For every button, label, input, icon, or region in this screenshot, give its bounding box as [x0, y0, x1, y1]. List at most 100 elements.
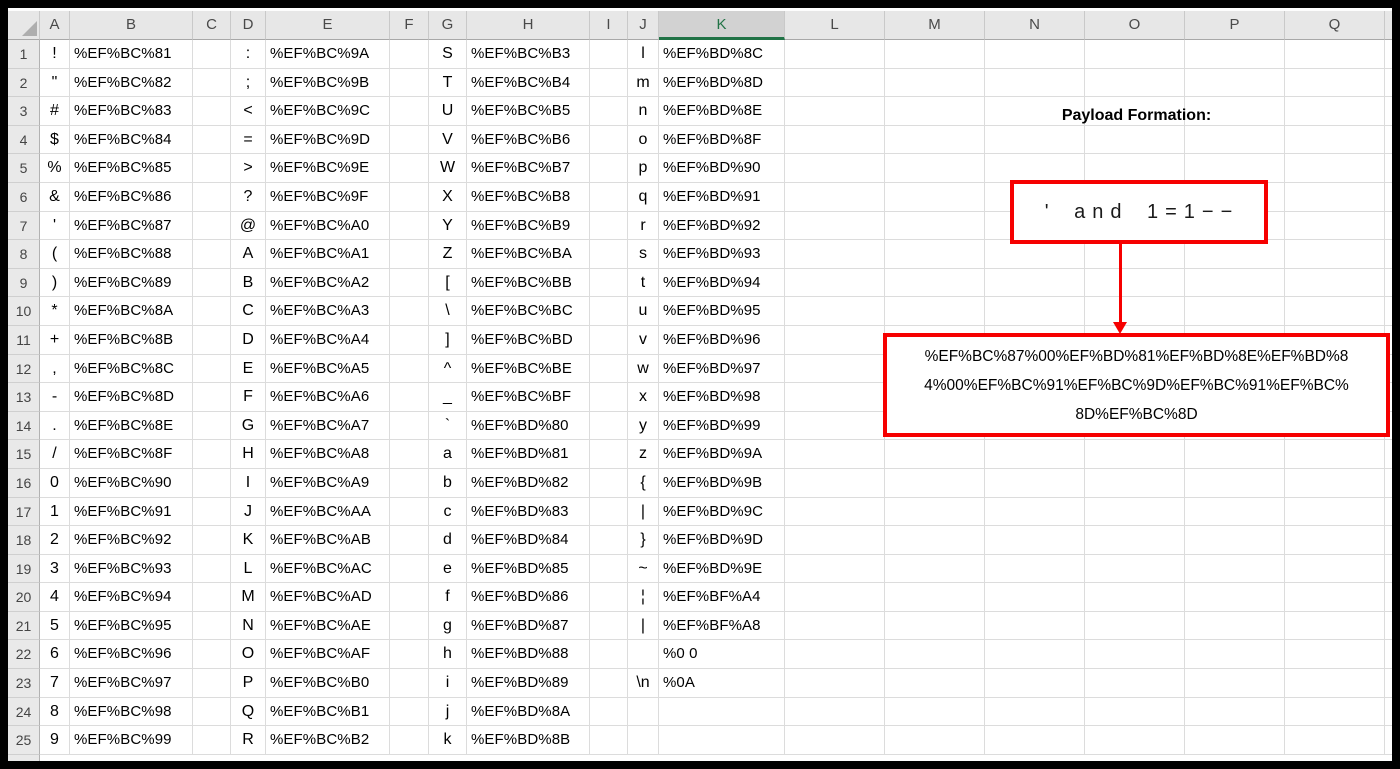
cell-E25[interactable]: %EF%BC%B2: [266, 726, 390, 755]
cell-N8[interactable]: [985, 240, 1085, 269]
row-header-20[interactable]: 20: [8, 583, 40, 612]
select-all-button[interactable]: [8, 11, 40, 40]
cell-M19[interactable]: [885, 554, 985, 584]
cell-A13[interactable]: -: [40, 383, 70, 412]
cell-O10[interactable]: [1085, 297, 1185, 326]
cell-L19[interactable]: [785, 554, 885, 584]
cell-L1[interactable]: [785, 40, 885, 69]
cell-L10[interactable]: [785, 297, 885, 326]
cell-J24[interactable]: [628, 697, 659, 727]
cell-B14[interactable]: %EF%BC%8E: [70, 411, 193, 441]
cell-L14[interactable]: [785, 411, 885, 441]
cell-A3[interactable]: #: [40, 97, 70, 126]
cell-P21[interactable]: [1185, 611, 1285, 641]
cell-D11[interactable]: D: [231, 325, 266, 355]
cell-J19[interactable]: ~: [628, 554, 659, 584]
cell-E12[interactable]: %EF%BC%A5: [266, 354, 390, 384]
column-header-Q[interactable]: Q: [1285, 11, 1385, 40]
cell-E6[interactable]: %EF%BC%9F: [266, 182, 390, 212]
cell-Q4[interactable]: [1285, 125, 1385, 155]
cell-D25[interactable]: R: [231, 726, 266, 755]
cell-I21[interactable]: [590, 611, 628, 641]
row-header-21[interactable]: 21: [8, 611, 40, 641]
cell-B25[interactable]: %EF%BC%99: [70, 726, 193, 755]
cell-F18[interactable]: [390, 526, 429, 555]
cell-D9[interactable]: B: [231, 268, 266, 298]
cell-H15[interactable]: %EF%BD%81: [467, 440, 590, 469]
cell-K10[interactable]: %EF%BD%95: [659, 297, 785, 326]
row-header-14[interactable]: 14: [8, 411, 40, 441]
cell-Q18[interactable]: [1285, 526, 1385, 555]
cell-K18[interactable]: %EF%BD%9D: [659, 526, 785, 555]
cell-N6[interactable]: [985, 182, 1085, 212]
cell-C16[interactable]: [193, 468, 231, 498]
cell-P11[interactable]: [1185, 325, 1285, 355]
cell-D24[interactable]: Q: [231, 697, 266, 727]
cell-L13[interactable]: [785, 383, 885, 412]
cell-C24[interactable]: [193, 697, 231, 727]
cell-N2[interactable]: [985, 68, 1085, 98]
cell-B3[interactable]: %EF%BC%83: [70, 97, 193, 126]
cell-I16[interactable]: [590, 468, 628, 498]
cell-P16[interactable]: [1185, 468, 1285, 498]
cell-O18[interactable]: [1085, 526, 1185, 555]
cell-N22[interactable]: [985, 640, 1085, 670]
cell-F9[interactable]: [390, 268, 429, 298]
cell-E19[interactable]: %EF%BC%AC: [266, 554, 390, 584]
cell-O9[interactable]: [1085, 268, 1185, 298]
row-header-23[interactable]: 23: [8, 669, 40, 698]
cell-I19[interactable]: [590, 554, 628, 584]
cell-N18[interactable]: [985, 526, 1085, 555]
cell-J18[interactable]: }: [628, 526, 659, 555]
cell-Q23[interactable]: [1285, 669, 1385, 698]
cell-D1[interactable]: :: [231, 40, 266, 69]
cell-N9[interactable]: [985, 268, 1085, 298]
cell-G25[interactable]: k: [429, 726, 467, 755]
cell-J14[interactable]: y: [628, 411, 659, 441]
column-header-O[interactable]: O: [1085, 11, 1185, 40]
cell-P22[interactable]: [1185, 640, 1285, 670]
cell-F14[interactable]: [390, 411, 429, 441]
cell-I14[interactable]: [590, 411, 628, 441]
cell-O1[interactable]: [1085, 40, 1185, 69]
cell-C21[interactable]: [193, 611, 231, 641]
cell-E10[interactable]: %EF%BC%A3: [266, 297, 390, 326]
cell-H16[interactable]: %EF%BD%82: [467, 468, 590, 498]
cell-M2[interactable]: [885, 68, 985, 98]
cell-E4[interactable]: %EF%BC%9D: [266, 125, 390, 155]
cell-G6[interactable]: X: [429, 182, 467, 212]
column-header-I[interactable]: I: [590, 11, 628, 40]
cell-G20[interactable]: f: [429, 583, 467, 612]
cell-O16[interactable]: [1085, 468, 1185, 498]
cell-G9[interactable]: [: [429, 268, 467, 298]
cell-L25[interactable]: [785, 726, 885, 755]
cell-L15[interactable]: [785, 440, 885, 469]
cell-H21[interactable]: %EF%BD%87: [467, 611, 590, 641]
cell-P20[interactable]: [1185, 583, 1285, 612]
cell-F13[interactable]: [390, 383, 429, 412]
cell-G11[interactable]: ]: [429, 325, 467, 355]
cell-C22[interactable]: [193, 640, 231, 670]
row-header-13[interactable]: 13: [8, 383, 40, 412]
cell-G3[interactable]: U: [429, 97, 467, 126]
cell-D19[interactable]: L: [231, 554, 266, 584]
cell-H4[interactable]: %EF%BC%B6: [467, 125, 590, 155]
cell-O22[interactable]: [1085, 640, 1185, 670]
cell-I3[interactable]: [590, 97, 628, 126]
cell-N14[interactable]: [985, 411, 1085, 441]
row-header-8[interactable]: 8: [8, 240, 40, 269]
cell-G1[interactable]: S: [429, 40, 467, 69]
cell-O5[interactable]: [1085, 154, 1185, 183]
cell-P18[interactable]: [1185, 526, 1285, 555]
cell-H9[interactable]: %EF%BC%BB: [467, 268, 590, 298]
cell-C2[interactable]: [193, 68, 231, 98]
cell-I11[interactable]: [590, 325, 628, 355]
cell-D18[interactable]: K: [231, 526, 266, 555]
cell-G14[interactable]: `: [429, 411, 467, 441]
cell-E16[interactable]: %EF%BC%A9: [266, 468, 390, 498]
cell-F25[interactable]: [390, 726, 429, 755]
cell-Q14[interactable]: [1285, 411, 1385, 441]
cell-M5[interactable]: [885, 154, 985, 183]
cell-M21[interactable]: [885, 611, 985, 641]
cell-G18[interactable]: d: [429, 526, 467, 555]
